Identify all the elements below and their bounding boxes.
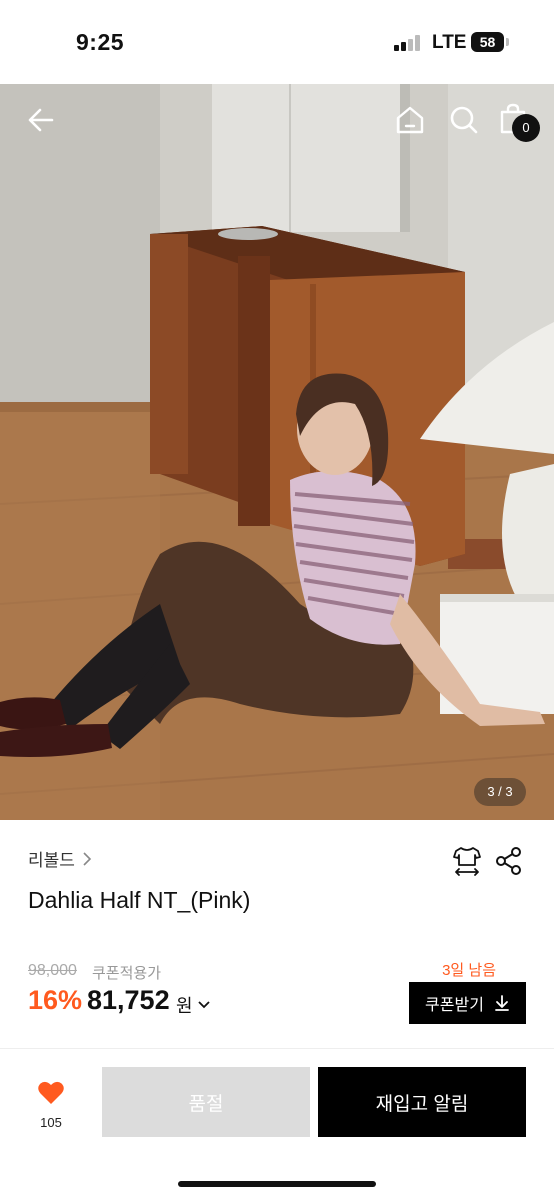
signal-icon [394, 35, 422, 51]
search-icon [450, 106, 478, 134]
network-label: LTE [432, 32, 467, 53]
size-guide-icon [453, 847, 481, 876]
soldout-button: 품절 [102, 1067, 310, 1137]
discount-rate: 16% [28, 985, 83, 1015]
heart-icon [38, 1081, 64, 1104]
chevron-down-icon [197, 1001, 210, 1009]
status-time: 9:25 [76, 29, 125, 55]
price-detail-toggle[interactable]: 원 [176, 992, 211, 1018]
coupon-days-left: 3일 남음 [442, 962, 496, 979]
share-icon [496, 847, 521, 875]
like-count: 105 [40, 1115, 62, 1130]
battery-icon: 58 [471, 32, 509, 52]
cart-count-badge: 0 [512, 114, 540, 142]
home-indicator[interactable] [178, 1181, 376, 1187]
back-arrow-icon [28, 108, 54, 132]
restock-alert-button[interactable]: 재입고 알림 [318, 1067, 526, 1137]
product-photo [0, 84, 554, 820]
home-icon [396, 106, 424, 134]
brand-link[interactable]: 리볼드 [28, 846, 93, 871]
get-coupon-button[interactable]: 쿠폰받기 [409, 982, 526, 1024]
coupon-price-note: 쿠폰적용가 [92, 965, 162, 982]
brand-name: 리볼드 [28, 851, 75, 870]
divider [0, 1048, 554, 1049]
status-bar: 9:25 LTE 58 [0, 0, 554, 84]
product-image[interactable]: 0 [0, 84, 554, 820]
share-button[interactable] [495, 846, 523, 876]
search-button[interactable] [448, 104, 480, 136]
product-name: Dahlia Half NT_(Pink) [28, 887, 251, 913]
chevron-right-icon [83, 851, 92, 866]
like-button[interactable]: 105 [28, 1080, 74, 1130]
back-button[interactable] [26, 104, 58, 136]
gallery-page-indicator: 3 / 3 [474, 778, 526, 806]
sale-price: 81,752 [87, 985, 170, 1015]
coupon-button-label: 쿠폰받기 [425, 997, 484, 1014]
battery-level: 58 [471, 32, 504, 52]
download-icon [495, 995, 509, 1011]
size-guide-button[interactable] [452, 845, 482, 877]
currency-label: 원 [176, 996, 193, 1016]
original-price: 98,000 [28, 962, 77, 979]
home-button[interactable] [394, 104, 426, 136]
